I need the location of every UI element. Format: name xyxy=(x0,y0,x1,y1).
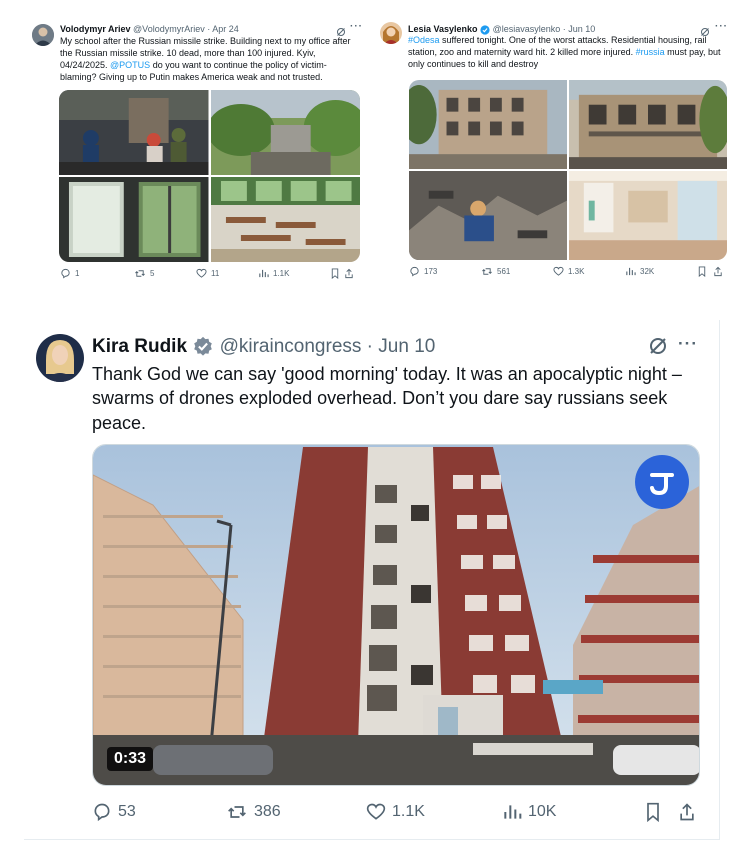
media-grid[interactable] xyxy=(59,90,360,262)
like-button[interactable]: 1.1K xyxy=(366,802,502,822)
author-name[interactable]: Volodymyr Ariev xyxy=(60,24,131,34)
tweet-header: Volodymyr Ariev @VolodymyrAriev · Apr 24 xyxy=(60,24,239,34)
separator: · xyxy=(366,336,373,358)
tweet-lesia-vasylenko[interactable]: Lesia Vasylenko @lesiavasylenko · Jun 10… xyxy=(372,14,736,286)
mention-link[interactable]: @POTUS xyxy=(110,60,150,70)
view-count: 32K xyxy=(640,267,655,276)
reply-button[interactable]: 53 xyxy=(92,802,226,822)
heart-icon xyxy=(196,268,207,278)
verified-badge-icon xyxy=(480,25,490,35)
views-button[interactable]: 1.1K xyxy=(258,268,330,279)
views-icon xyxy=(259,269,269,278)
action-bar: 173 561 1.3K 32K xyxy=(409,266,727,277)
action-bar: 53 386 1.1K 10K xyxy=(92,802,700,822)
like-button[interactable]: 1.3K xyxy=(553,266,625,277)
media-photo[interactable] xyxy=(210,177,360,262)
media-photo[interactable] xyxy=(210,90,360,175)
video-duration: 0:33 xyxy=(107,747,154,771)
view-count: 10K xyxy=(528,803,557,820)
author-handle[interactable]: @lesiavasylenko xyxy=(493,24,561,34)
author-name[interactable]: Kira Rudik xyxy=(92,336,187,357)
share-button[interactable] xyxy=(344,268,354,279)
repost-button[interactable]: 561 xyxy=(481,266,553,277)
avatar[interactable] xyxy=(380,22,402,44)
tweet-kira-rudik[interactable]: Kira Rudik @kiraincongress · Jun 10 ··· … xyxy=(24,320,720,840)
views-icon xyxy=(626,267,636,276)
hashtag-link[interactable]: #russia xyxy=(636,47,665,57)
tweet-text: #Odesa suffered tonight. One of the wors… xyxy=(408,35,721,69)
more-options-icon[interactable]: ··· xyxy=(350,21,363,32)
bookmark-icon xyxy=(331,268,339,279)
media-photo[interactable] xyxy=(569,80,727,169)
author-handle[interactable]: @VolodymyrAriev xyxy=(133,24,205,34)
tweet-header: Kira Rudik @kiraincongress · Jun 10 xyxy=(92,336,435,358)
verified-badge-icon xyxy=(194,336,213,356)
author-handle[interactable]: @kiraincongress xyxy=(220,336,362,357)
reply-icon xyxy=(61,268,70,279)
tweet-volodymyr-ariev[interactable]: Volodymyr Ariev @VolodymyrAriev · Apr 24… xyxy=(28,14,366,286)
heart-icon xyxy=(366,803,386,820)
share-button[interactable] xyxy=(678,802,696,822)
tweet-date[interactable]: Apr 24 xyxy=(212,24,239,34)
video-frame xyxy=(93,445,699,785)
tweet-text: Thank God we can say 'good morning' toda… xyxy=(92,364,682,433)
repost-icon xyxy=(482,268,492,275)
bookmark-button[interactable] xyxy=(697,266,713,277)
author-name[interactable]: Lesia Vasylenko xyxy=(408,24,478,34)
views-button[interactable]: 10K xyxy=(502,802,644,822)
share-icon xyxy=(680,803,694,821)
reply-button[interactable]: 173 xyxy=(409,266,481,277)
like-count: 1.3K xyxy=(568,267,585,276)
bookmark-button[interactable] xyxy=(330,268,344,279)
media-photo[interactable] xyxy=(569,171,727,260)
repost-count: 561 xyxy=(497,267,511,276)
view-count: 1.1K xyxy=(273,269,290,278)
views-icon xyxy=(504,805,522,819)
reply-count: 53 xyxy=(118,803,136,820)
more-options-icon[interactable]: ··· xyxy=(678,334,698,354)
bookmark-button[interactable] xyxy=(644,802,678,822)
bookmark-icon xyxy=(698,266,706,277)
like-button[interactable]: 11 xyxy=(196,268,258,279)
grok-icon[interactable] xyxy=(648,336,668,361)
like-count: 1.1K xyxy=(392,803,425,820)
reply-icon xyxy=(410,266,419,277)
avatar[interactable] xyxy=(32,24,54,46)
bookmark-icon xyxy=(647,802,659,822)
media-photo[interactable] xyxy=(59,177,209,262)
reply-count: 173 xyxy=(424,267,438,276)
tweet-date[interactable]: Jun 10 xyxy=(568,24,595,34)
separator: · xyxy=(207,24,211,34)
views-button[interactable]: 32K xyxy=(625,266,697,277)
reply-icon xyxy=(94,803,110,822)
media-photo[interactable] xyxy=(59,90,209,175)
hashtag-link[interactable]: #Odesa xyxy=(408,35,440,45)
more-options-icon[interactable]: ··· xyxy=(715,21,728,32)
repost-button[interactable]: 386 xyxy=(226,802,366,822)
repost-icon xyxy=(228,806,246,818)
like-count: 11 xyxy=(211,269,220,278)
tweet-text: My school after the Russian missile stri… xyxy=(60,36,351,82)
reply-button[interactable]: 1 xyxy=(60,268,134,279)
reply-count: 1 xyxy=(75,269,80,278)
repost-button[interactable]: 5 xyxy=(134,268,196,279)
tweet-date[interactable]: Jun 10 xyxy=(378,336,435,357)
repost-icon xyxy=(135,270,145,277)
repost-count: 386 xyxy=(254,803,281,820)
share-icon xyxy=(714,266,722,277)
tweet-header: Lesia Vasylenko @lesiavasylenko · Jun 10 xyxy=(408,24,595,35)
heart-icon xyxy=(553,266,564,276)
avatar[interactable] xyxy=(36,334,84,382)
share-icon xyxy=(345,268,353,279)
action-bar: 1 5 11 1.1K xyxy=(60,268,360,279)
video-player[interactable]: 0:33 xyxy=(92,444,700,786)
media-grid[interactable] xyxy=(409,80,727,260)
channel-logo xyxy=(635,455,689,509)
separator: · xyxy=(562,24,566,34)
repost-count: 5 xyxy=(150,269,155,278)
share-button[interactable] xyxy=(713,266,723,277)
media-photo[interactable] xyxy=(409,80,567,169)
media-photo[interactable] xyxy=(409,171,567,260)
